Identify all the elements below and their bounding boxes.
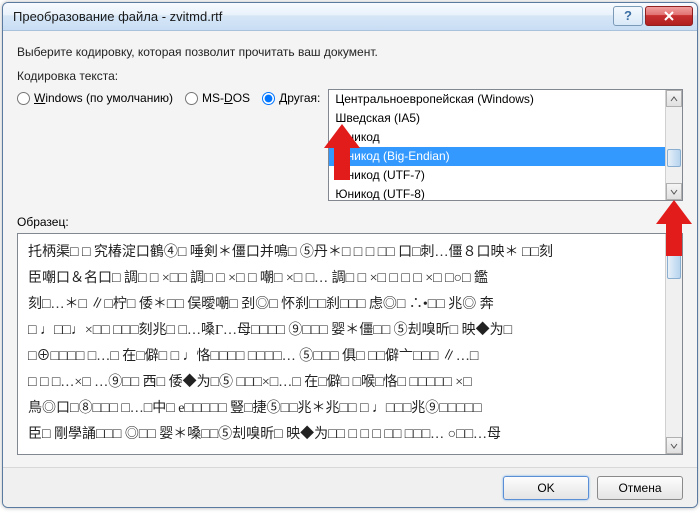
close-icon	[663, 10, 675, 22]
preview-label: Образец:	[17, 215, 683, 229]
encoding-option[interactable]: Юникод	[329, 128, 665, 147]
scroll-up-button[interactable]	[666, 90, 682, 107]
listbox-scrollbar[interactable]	[665, 90, 682, 200]
encoding-option[interactable]: Юникод (UTF-8)	[329, 185, 665, 200]
radio-windows-input[interactable]	[17, 92, 30, 105]
encoding-label: Кодировка текста:	[17, 69, 683, 83]
instruction-text: Выберите кодировку, которая позволит про…	[17, 45, 683, 59]
help-icon: ?	[624, 8, 632, 23]
radio-windows-label: Windows (по умолчанию)	[34, 91, 173, 105]
encoding-option[interactable]: Шведская (IA5)	[329, 109, 665, 128]
encoding-row: Windows (по умолчанию) MS-DOS Другая: Це…	[17, 89, 683, 201]
chevron-down-icon	[670, 189, 678, 195]
preview-scrollbar[interactable]	[665, 234, 682, 454]
encoding-radio-group: Windows (по умолчанию) MS-DOS Другая:	[17, 89, 320, 105]
close-button[interactable]	[645, 6, 693, 26]
preview-text: 托柄渠□ □ 究椿淀口鶴④□ 唾剣＊僵口并鳴□ ⑤丹＊□ □ □ □□ 口□刺……	[18, 234, 665, 454]
window-title: Преобразование файла - zvitmd.rtf	[13, 9, 611, 24]
ok-button[interactable]: OK	[503, 476, 589, 500]
dialog-body: Выберите кодировку, которая позволит про…	[3, 31, 697, 467]
radio-other[interactable]: Другая:	[262, 91, 320, 105]
radio-windows[interactable]: Windows (по умолчанию)	[17, 91, 173, 105]
scroll-up-button[interactable]	[666, 234, 682, 251]
chevron-down-icon	[670, 443, 678, 449]
radio-other-input[interactable]	[262, 92, 275, 105]
help-button[interactable]: ?	[613, 6, 643, 26]
encoding-listbox-items: Центральноевропейская (Windows) Шведская…	[329, 90, 665, 200]
radio-msdos-input[interactable]	[185, 92, 198, 105]
scroll-down-button[interactable]	[666, 437, 682, 454]
chevron-up-icon	[670, 96, 678, 102]
scroll-thumb[interactable]	[667, 149, 681, 167]
scroll-track[interactable]	[666, 107, 682, 183]
dialog-footer: OK Отмена	[3, 467, 697, 507]
cancel-button[interactable]: Отмена	[597, 476, 683, 500]
radio-msdos[interactable]: MS-DOS	[185, 91, 250, 105]
encoding-listbox[interactable]: Центральноевропейская (Windows) Шведская…	[328, 89, 683, 201]
encoding-option[interactable]: Юникод (UTF-7)	[329, 166, 665, 185]
chevron-up-icon	[670, 240, 678, 246]
scroll-down-button[interactable]	[666, 183, 682, 200]
titlebar: Преобразование файла - zvitmd.rtf ?	[3, 3, 697, 31]
encoding-option-selected[interactable]: Юникод (Big-Endian)	[329, 147, 665, 166]
scroll-track[interactable]	[666, 251, 682, 437]
radio-msdos-label: MS-DOS	[202, 91, 250, 105]
titlebar-buttons: ?	[611, 6, 693, 28]
encoding-option[interactable]: Центральноевропейская (Windows)	[329, 90, 665, 109]
radio-other-label: Другая:	[279, 91, 320, 105]
scroll-thumb[interactable]	[667, 251, 681, 279]
preview-box: 托柄渠□ □ 究椿淀口鶴④□ 唾剣＊僵口并鳴□ ⑤丹＊□ □ □ □□ 口□刺……	[17, 233, 683, 455]
dialog-window: Преобразование файла - zvitmd.rtf ? Выбе…	[2, 2, 698, 508]
